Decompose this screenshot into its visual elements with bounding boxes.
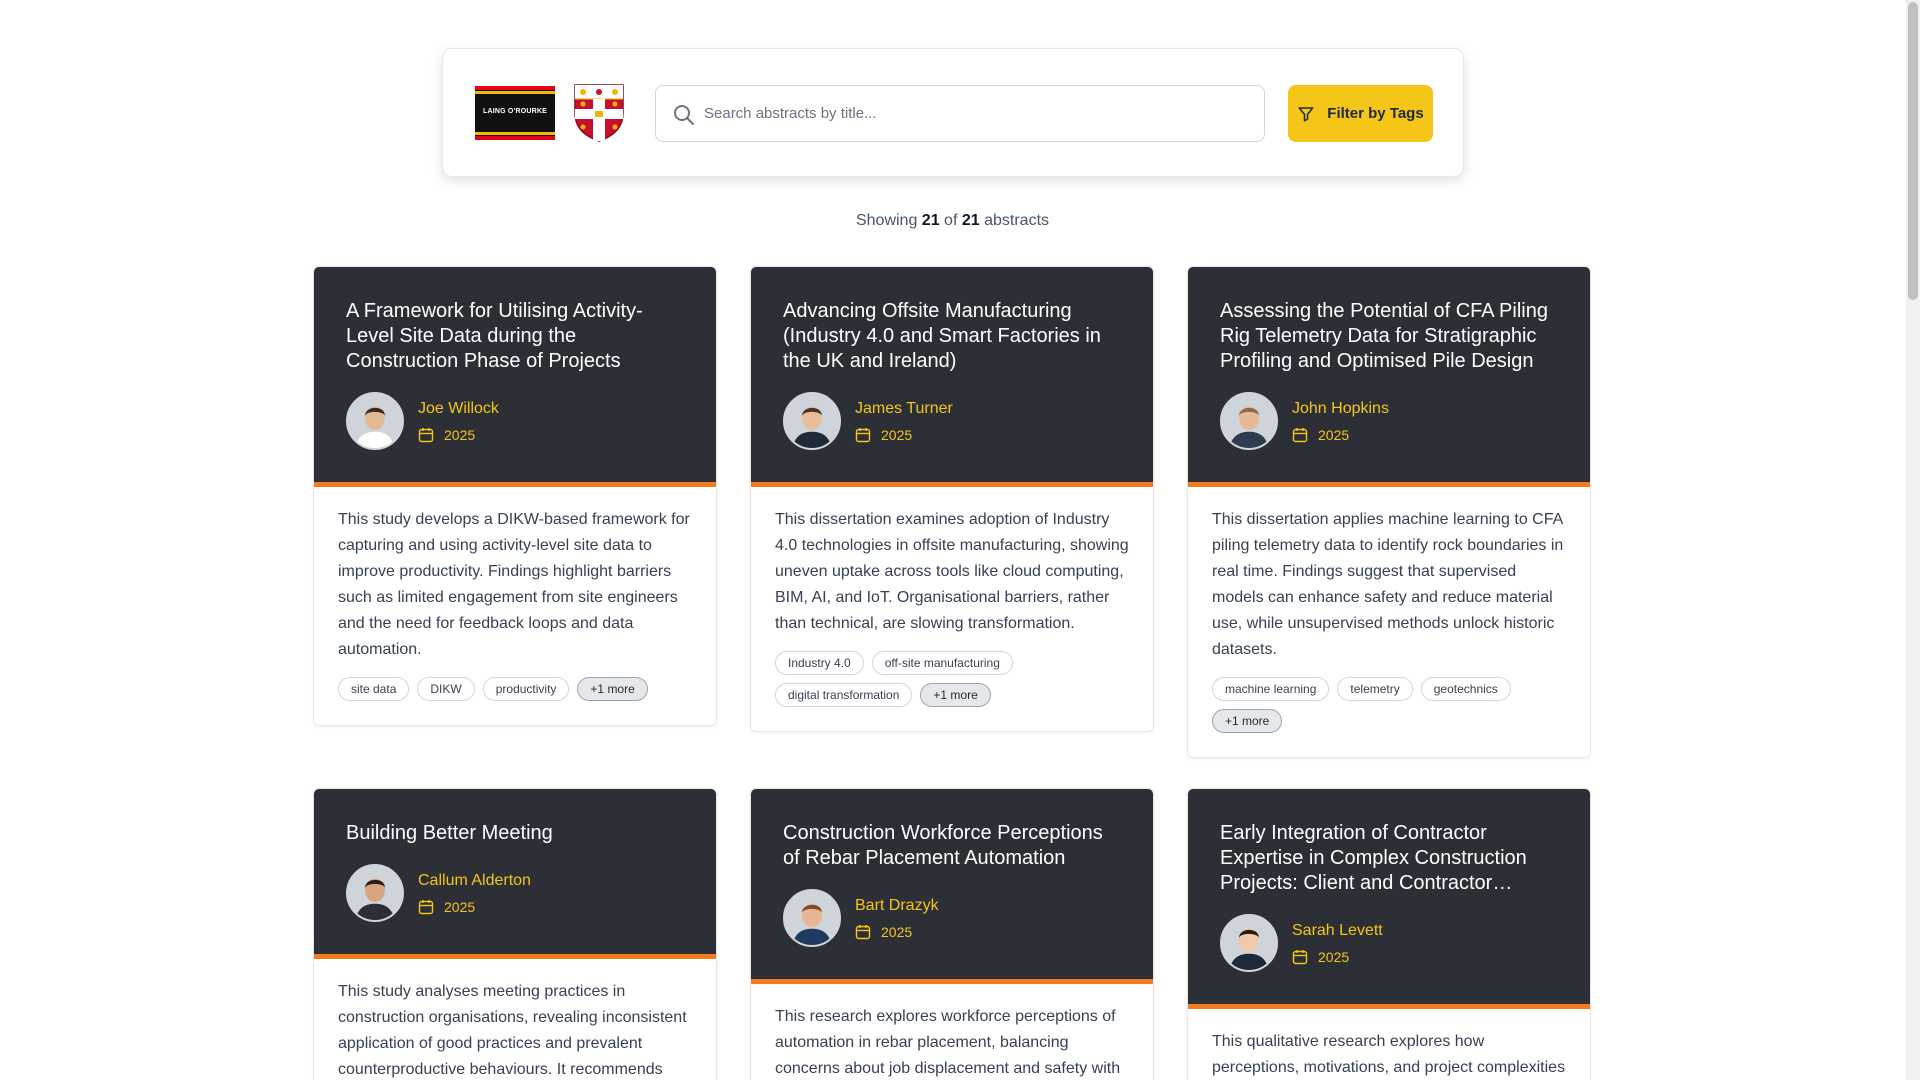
card-year: 2025 [1318, 427, 1350, 443]
tag-chip[interactable]: DIKW [417, 677, 475, 701]
author-avatar [783, 889, 841, 947]
abstract-card[interactable]: A Framework for Utilising Activity-Level… [313, 266, 717, 726]
cambridge-crest-logo [573, 83, 625, 143]
author-name[interactable]: Bart Drazyk [855, 896, 939, 916]
year-row: 2025 [418, 427, 499, 443]
author-name[interactable]: James Turner [855, 399, 953, 419]
card-year: 2025 [881, 924, 913, 940]
abstract-card[interactable]: Building Better Meeting Callum Alderton 20… [313, 788, 717, 1080]
calendar-icon [1292, 950, 1308, 965]
card-title[interactable]: Early Integration of Contractor Expertis… [1220, 821, 1558, 896]
year-row: 2025 [855, 427, 953, 443]
calendar-icon [418, 900, 434, 915]
tag-list: site data DIKW productivity +1 more [338, 677, 692, 701]
card-title[interactable]: Construction Workforce Perceptions of Re… [783, 821, 1121, 871]
author-avatar [783, 392, 841, 450]
card-title[interactable]: Advancing Offsite Manufacturing (Industr… [783, 299, 1121, 374]
card-title[interactable]: A Framework for Utilising Activity-Level… [346, 299, 684, 374]
results-count: Showing 21 of 21 abstracts [855, 212, 1050, 229]
author-avatar [1220, 392, 1278, 450]
author-row: Bart Drazyk 2025 [783, 889, 1121, 979]
tag-list: machine learning telemetry geotechnics +1 m… [1212, 677, 1566, 733]
more-tags-button[interactable]: +1 more [1212, 709, 1283, 733]
author-row: James Turner 2025 [783, 392, 1121, 482]
year-row: 2025 [1292, 949, 1383, 965]
card-header: Construction Workforce Perceptions of Re… [751, 789, 1153, 984]
card-abstract: This study analyses meeting practices in… [338, 983, 687, 1078]
card-header: Advancing Offsite Manufacturing (Industr… [751, 267, 1153, 487]
card-header: Assessing the Potential of CFA Piling Ri… [1188, 267, 1590, 487]
card-body: This research explores workforce percept… [751, 984, 1153, 1080]
tag-chip[interactable]: productivity [482, 677, 570, 701]
card-year: 2025 [444, 899, 476, 915]
card-year: 2025 [881, 427, 913, 443]
author-name[interactable]: Callum Alderton [418, 871, 531, 891]
abstract-card[interactable]: Construction Workforce Perceptions of Re… [750, 788, 1154, 1080]
card-abstract: This study develops a DIKW-based framewo… [338, 511, 690, 658]
card-body: This study develops a DIKW-based framewo… [314, 487, 716, 725]
card-year: 2025 [1318, 949, 1350, 965]
year-row: 2025 [418, 899, 531, 915]
author-avatar [1220, 914, 1278, 972]
results-shown: 21 [921, 212, 940, 229]
tag-chip[interactable]: site data [338, 677, 410, 701]
author-name[interactable]: Sarah Levett [1292, 921, 1383, 941]
tag-chip[interactable]: Industry 4.0 [775, 651, 864, 675]
filter-button-label: Filter by Tags [1327, 105, 1424, 122]
card-title[interactable]: Assessing the Potential of CFA Piling Ri… [1220, 299, 1558, 374]
search-box [655, 85, 1265, 142]
calendar-icon [1292, 428, 1308, 443]
card-body: This dissertation applies machine learni… [1188, 487, 1590, 757]
author-row: John Hopkins 2025 [1220, 392, 1558, 482]
card-body: This study analyses meeting practices in… [314, 959, 716, 1080]
card-abstract: This dissertation applies machine learni… [1212, 511, 1564, 658]
search-input[interactable] [704, 86, 1254, 141]
author-row: Joe Willock 2025 [346, 392, 684, 482]
author-avatar [346, 864, 404, 922]
card-header: Building Better Meeting Callum Alderton 20… [314, 789, 716, 959]
year-row: 2025 [1292, 427, 1389, 443]
calendar-icon [855, 925, 871, 940]
search-icon [674, 105, 694, 125]
author-name[interactable]: John Hopkins [1292, 399, 1389, 419]
card-header: A Framework for Utilising Activity-Level… [314, 267, 716, 487]
card-abstract: This dissertation examines adoption of I… [775, 511, 1129, 632]
scrollbar-thumb[interactable] [1908, 2, 1918, 300]
more-tags-button[interactable]: +1 more [920, 683, 991, 707]
calendar-icon [418, 428, 434, 443]
card-abstract: This research explores workforce percept… [775, 1008, 1121, 1077]
card-header: Early Integration of Contractor Expertis… [1188, 789, 1590, 1009]
card-title[interactable]: Building Better Meeting [346, 821, 684, 846]
tag-chip[interactable]: digital transformation [775, 683, 913, 707]
author-name[interactable]: Joe Willock [418, 399, 499, 419]
card-year: 2025 [444, 427, 476, 443]
author-row: Sarah Levett 2025 [1220, 914, 1558, 1004]
page-scrollbar[interactable] [1906, 0, 1920, 1080]
tag-chip[interactable]: telemetry [1337, 677, 1413, 701]
abstract-card[interactable]: Advancing Offsite Manufacturing (Industr… [750, 266, 1154, 732]
abstract-card[interactable]: Assessing the Potential of CFA Piling Ri… [1187, 266, 1591, 758]
tag-list: Industry 4.0 off-site manufacturing digita… [775, 651, 1129, 707]
results-total: 21 [961, 212, 980, 229]
card-abstract: This qualitative research explores how p… [1212, 1033, 1566, 1076]
tag-chip[interactable]: geotechnics [1420, 677, 1511, 701]
year-row: 2025 [855, 924, 939, 940]
laing-orourke-logo: LAING O'ROURKE [475, 86, 555, 140]
tag-chip[interactable]: machine learning [1212, 677, 1330, 701]
author-row: Callum Alderton 2025 [346, 864, 684, 954]
tag-chip[interactable]: off-site manufacturing [871, 651, 1013, 675]
abstract-card[interactable]: Early Integration of Contractor Expertis… [1187, 788, 1591, 1080]
header-panel: LAING O'ROURKE Filter [442, 48, 1464, 177]
more-tags-button[interactable]: +1 more [577, 677, 648, 701]
filter-by-tags-button[interactable]: Filter by Tags [1288, 85, 1433, 142]
filter-icon [1298, 106, 1314, 121]
calendar-icon [855, 428, 871, 443]
card-body: This qualitative research explores how p… [1188, 1009, 1590, 1080]
card-body: This dissertation examines adoption of I… [751, 487, 1153, 731]
author-avatar [346, 392, 404, 450]
